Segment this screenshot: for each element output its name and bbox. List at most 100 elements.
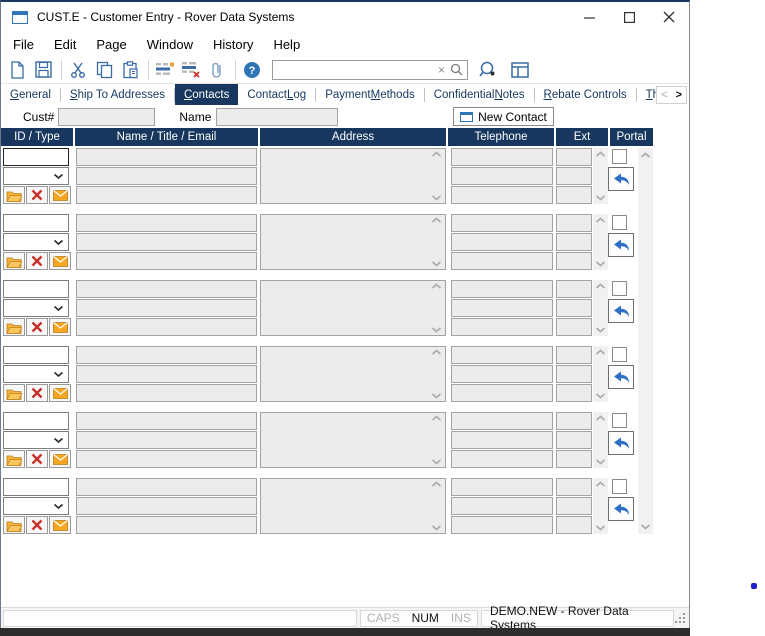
- delete-contact-button[interactable]: [26, 450, 48, 468]
- address-scroll-down-icon[interactable]: [431, 392, 442, 399]
- contact-address-field[interactable]: [260, 214, 446, 270]
- phone-list-scrollbar[interactable]: [593, 148, 608, 204]
- help-button[interactable]: ?: [240, 59, 264, 81]
- open-contact-button[interactable]: [3, 516, 25, 534]
- contact-address-field[interactable]: [260, 478, 446, 534]
- address-scroll-up-icon[interactable]: [431, 283, 442, 290]
- contact-address-field[interactable]: [260, 412, 446, 468]
- contact-address-field[interactable]: [260, 148, 446, 204]
- phone-scroll-down-icon[interactable]: [595, 524, 606, 531]
- open-contact-button[interactable]: [3, 252, 25, 270]
- portal-reply-button[interactable]: [608, 233, 634, 257]
- portal-checkbox[interactable]: [612, 413, 627, 428]
- portal-reply-button[interactable]: [608, 299, 634, 323]
- contact-id-input[interactable]: [3, 346, 69, 364]
- contact-name-field[interactable]: [76, 412, 257, 430]
- contact-ext-field-1[interactable]: [556, 478, 592, 496]
- delete-contact-button[interactable]: [26, 252, 48, 270]
- address-scroll-up-icon[interactable]: [431, 349, 442, 356]
- tab-general[interactable]: General: [1, 84, 60, 105]
- save-button[interactable]: [31, 59, 55, 81]
- menu-help[interactable]: Help: [263, 35, 310, 54]
- contact-telephone-field-2[interactable]: [451, 497, 553, 515]
- search-icon[interactable]: [450, 63, 463, 76]
- portal-reply-button[interactable]: [608, 365, 634, 389]
- address-scroll-down-icon[interactable]: [431, 458, 442, 465]
- portal-reply-button[interactable]: [608, 497, 634, 521]
- paste-button[interactable]: [118, 59, 142, 81]
- email-contact-button[interactable]: [49, 450, 71, 468]
- contact-email-field[interactable]: [76, 318, 257, 336]
- open-contact-button[interactable]: [3, 186, 25, 204]
- contact-telephone-field-1[interactable]: [451, 346, 553, 364]
- email-contact-button[interactable]: [49, 516, 71, 534]
- contact-telephone-field-2[interactable]: [451, 167, 553, 185]
- delete-contact-button[interactable]: [26, 384, 48, 402]
- close-button[interactable]: [649, 2, 689, 32]
- tab-contact-log[interactable]: Contact Log: [238, 84, 315, 105]
- contact-id-input[interactable]: [3, 280, 69, 298]
- address-scroll-up-icon[interactable]: [431, 415, 442, 422]
- address-scroll-up-icon[interactable]: [431, 481, 442, 488]
- copy-button[interactable]: [92, 59, 116, 81]
- cut-button[interactable]: [66, 59, 90, 81]
- contact-email-field[interactable]: [76, 252, 257, 270]
- portal-checkbox[interactable]: [612, 281, 627, 296]
- contact-id-input[interactable]: [3, 412, 69, 430]
- tab-scroll-left-icon[interactable]: <: [657, 89, 671, 101]
- phone-scroll-up-icon[interactable]: [595, 283, 606, 290]
- phone-list-scrollbar[interactable]: [593, 280, 608, 336]
- contact-email-field[interactable]: [76, 450, 257, 468]
- search-input[interactable]: [277, 62, 438, 78]
- contact-telephone-field-3[interactable]: [451, 186, 553, 204]
- scroll-down-icon[interactable]: [640, 523, 651, 530]
- contact-name-field[interactable]: [76, 478, 257, 496]
- tab-confidential-notes[interactable]: Confidential Notes: [425, 84, 534, 105]
- contact-ext-field-3[interactable]: [556, 450, 592, 468]
- contact-telephone-field-1[interactable]: [451, 148, 553, 166]
- phone-list-scrollbar[interactable]: [593, 478, 608, 534]
- delete-contact-button[interactable]: [26, 318, 48, 336]
- contact-type-dropdown[interactable]: [3, 299, 69, 317]
- portal-checkbox[interactable]: [612, 347, 627, 362]
- contact-telephone-field-1[interactable]: [451, 214, 553, 232]
- tab-contacts[interactable]: Contacts: [175, 84, 238, 105]
- contact-email-field[interactable]: [76, 516, 257, 534]
- address-scroll-up-icon[interactable]: [431, 217, 442, 224]
- contact-ext-field-2[interactable]: [556, 233, 592, 251]
- contact-ext-field-1[interactable]: [556, 412, 592, 430]
- contact-type-dropdown[interactable]: [3, 233, 69, 251]
- contact-title-field[interactable]: [76, 431, 257, 449]
- tab-rebate-controls[interactable]: Rebate Controls: [535, 84, 636, 105]
- contact-ext-field-2[interactable]: [556, 497, 592, 515]
- search-clear-icon[interactable]: ×: [438, 63, 445, 77]
- portal-checkbox[interactable]: [612, 215, 627, 230]
- email-contact-button[interactable]: [49, 318, 71, 336]
- phone-scroll-up-icon[interactable]: [595, 217, 606, 224]
- phone-scroll-up-icon[interactable]: [595, 349, 606, 356]
- portal-reply-button[interactable]: [608, 431, 634, 455]
- contact-id-input[interactable]: [3, 214, 69, 232]
- contact-ext-field-3[interactable]: [556, 186, 592, 204]
- phone-scroll-up-icon[interactable]: [595, 151, 606, 158]
- layout-button[interactable]: [508, 59, 532, 81]
- minimize-button[interactable]: [569, 2, 609, 32]
- contact-telephone-field-2[interactable]: [451, 431, 553, 449]
- open-contact-button[interactable]: [3, 384, 25, 402]
- contact-type-dropdown[interactable]: [3, 497, 69, 515]
- contact-telephone-field-2[interactable]: [451, 233, 553, 251]
- contact-telephone-field-1[interactable]: [451, 412, 553, 430]
- phone-scroll-down-icon[interactable]: [595, 326, 606, 333]
- contact-ext-field-1[interactable]: [556, 280, 592, 298]
- contact-ext-field-2[interactable]: [556, 431, 592, 449]
- contact-ext-field-3[interactable]: [556, 516, 592, 534]
- contact-telephone-field-1[interactable]: [451, 280, 553, 298]
- email-contact-button[interactable]: [49, 384, 71, 402]
- contact-title-field[interactable]: [76, 233, 257, 251]
- contact-ext-field-3[interactable]: [556, 252, 592, 270]
- phone-scroll-up-icon[interactable]: [595, 415, 606, 422]
- contact-telephone-field-3[interactable]: [451, 516, 553, 534]
- address-scroll-down-icon[interactable]: [431, 260, 442, 267]
- contact-ext-field-2[interactable]: [556, 365, 592, 383]
- contact-email-field[interactable]: [76, 384, 257, 402]
